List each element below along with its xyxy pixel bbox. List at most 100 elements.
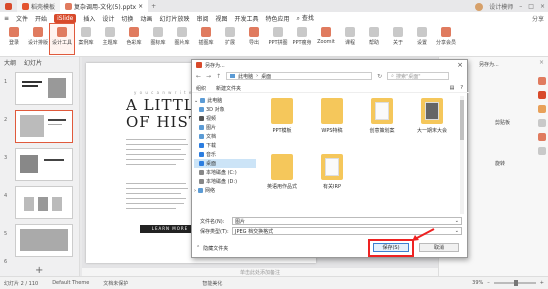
about-button[interactable]: 关于 <box>386 24 410 54</box>
course-button[interactable]: 课程 <box>338 24 362 54</box>
tree-item-music[interactable]: 音乐 <box>194 150 256 159</box>
tree-item-disk-d[interactable]: 本地磁盘 (D:) <box>194 177 256 186</box>
menu-item[interactable]: 插入 <box>83 14 95 23</box>
close-icon[interactable]: × <box>457 61 463 69</box>
style-tool-icon[interactable] <box>538 91 546 99</box>
slide-thumbnail[interactable] <box>15 72 73 105</box>
search-menu[interactable]: ⌕ 查找 <box>297 13 314 23</box>
avatar[interactable] <box>475 2 484 11</box>
zoom-slider-thumb[interactable] <box>513 280 518 286</box>
login-button[interactable]: 登录 <box>2 24 26 54</box>
folder-item[interactable]: PPT模板 <box>260 98 304 134</box>
doc-protection[interactable]: 文档未保护 <box>103 280 128 287</box>
back-icon[interactable]: ← <box>196 73 201 80</box>
folder-item[interactable]: 大一期末大会 <box>410 98 454 134</box>
illustration-library-button[interactable]: 插图库 <box>194 24 218 54</box>
filename-input[interactable]: 图片 ⌄ <box>232 217 462 225</box>
menu-item[interactable]: 开发工具 <box>234 14 258 23</box>
forward-icon[interactable]: → <box>206 73 211 80</box>
menu-item[interactable]: 幻灯片放映 <box>159 14 189 23</box>
close-icon[interactable]: × <box>540 3 545 10</box>
slide-thumbnail-selected[interactable] <box>15 110 73 143</box>
notes-area[interactable]: 单击此处添加备注 <box>82 268 438 276</box>
image-library-button[interactable]: 图片库 <box>170 24 194 54</box>
zoom-out-icon[interactable]: – <box>487 280 490 286</box>
tree-item-documents[interactable]: 文档 <box>194 132 256 141</box>
maximize-icon[interactable]: □ <box>528 3 534 10</box>
animation-tool-icon[interactable] <box>538 105 546 113</box>
breadcrumb-item[interactable]: 此电脑 <box>238 73 253 80</box>
share-button[interactable]: 分享 <box>532 14 544 23</box>
tree-item-disk-c[interactable]: 本地磁盘 (C:) <box>194 168 256 177</box>
minimize-icon[interactable]: – <box>519 3 522 10</box>
folder-item[interactable]: 有关IRP <box>310 154 354 190</box>
address-bar[interactable]: 此电脑 › 桌面 <box>226 72 373 80</box>
help-button[interactable]: 帮助 <box>362 24 386 54</box>
right-panel-item[interactable]: 旋转 <box>495 160 505 167</box>
menu-file[interactable]: 文件 <box>16 14 28 23</box>
username[interactable]: 设计模师 <box>489 2 513 11</box>
zoomit-button[interactable]: Zoomit <box>314 24 338 54</box>
slide-thumbnail[interactable] <box>15 148 73 181</box>
export-button[interactable]: 导出 <box>242 24 266 54</box>
share-member-button[interactable]: 分享会员 <box>434 24 458 54</box>
folder-item[interactable]: WPS特稿 <box>310 98 354 134</box>
menu-item[interactable]: 切换 <box>121 14 133 23</box>
extend-button[interactable]: 扩展 <box>218 24 242 54</box>
scrollbar-thumb[interactable] <box>460 100 464 140</box>
close-tab-icon[interactable]: × <box>138 3 143 10</box>
icon-library-button[interactable]: 图标库 <box>146 24 170 54</box>
tree-item-downloads[interactable]: 下载 <box>194 141 256 150</box>
new-folder-button[interactable]: 新建文件夹 <box>216 85 241 92</box>
folder-item[interactable]: 英语用作品式 <box>260 154 304 190</box>
smart-beautify-button[interactable]: 智能美化 <box>202 280 222 287</box>
design-tools-button[interactable]: 设计工具 <box>49 23 75 55</box>
up-icon[interactable]: ↑ <box>216 73 221 80</box>
slide-thumbnail[interactable] <box>15 224 73 257</box>
property-tool-icon[interactable] <box>538 77 546 85</box>
right-panel-item[interactable]: 剪贴板 <box>495 119 510 126</box>
backup-icon[interactable] <box>538 147 546 155</box>
organize-menu[interactable]: 组织 <box>196 85 206 92</box>
add-slide-icon[interactable]: + <box>35 265 43 276</box>
tree-item-pictures[interactable]: 图片 <box>194 123 256 132</box>
folder-item[interactable]: 创意策划案 <box>360 98 404 134</box>
help-icon[interactable]: ? <box>460 85 463 91</box>
view-icon[interactable]: ▤ <box>450 85 455 91</box>
scrollbar[interactable] <box>460 96 464 214</box>
menu-icon[interactable]: ≡ <box>4 15 9 22</box>
tab-outline[interactable]: 大纲 <box>4 58 16 67</box>
home-tab[interactable] <box>0 0 17 12</box>
refresh-icon[interactable]: ↻ <box>377 73 382 80</box>
tree-item-this-pc[interactable]: ⌄ 此电脑 <box>194 96 256 105</box>
menu-item[interactable]: 特色应用 <box>266 14 290 23</box>
zoom-slider[interactable] <box>493 280 536 286</box>
tree-item-desktop[interactable]: 桌面 <box>194 159 256 168</box>
tab-current-document[interactable]: 复杂调用-文化(5).pptx × <box>60 0 149 12</box>
clipboard-icon[interactable] <box>538 119 546 127</box>
color-library-button[interactable]: 色彩库 <box>122 24 146 54</box>
menu-item[interactable]: 审阅 <box>196 14 208 23</box>
tree-item-3d-objects[interactable]: 3D 对象 <box>194 105 256 114</box>
new-tab-icon[interactable]: + <box>148 3 156 10</box>
cancel-button[interactable]: 取消 <box>419 243 459 252</box>
breadcrumb-item[interactable]: 桌面 <box>261 73 271 80</box>
menu-item-islide[interactable]: iSlide <box>54 13 77 23</box>
zoom-in-icon[interactable]: + <box>540 280 544 286</box>
menu-item[interactable]: 视图 <box>215 14 227 23</box>
slide-thumbnail[interactable] <box>15 186 73 219</box>
menu-item[interactable]: 设计 <box>102 14 114 23</box>
close-icon[interactable]: × <box>539 59 544 66</box>
tree-item-videos[interactable]: 视频 <box>194 114 256 123</box>
search-field[interactable]: ⌕ 搜索"桌面" <box>387 72 450 80</box>
tree-item-network[interactable]: › 网络 <box>194 186 256 195</box>
design-layout-button[interactable]: 设计排版 <box>26 24 50 54</box>
tab-slides[interactable]: 幻灯片 <box>24 58 42 67</box>
hide-folders-toggle[interactable]: ⌃ 隐藏文件夹 <box>196 245 228 252</box>
settings-button[interactable]: 设置 <box>410 24 434 54</box>
shape-tool-icon[interactable] <box>538 133 546 141</box>
case-library-button[interactable]: 案例库 <box>74 24 98 54</box>
tab-docer[interactable]: 稻壳模板 <box>17 0 61 12</box>
menu-item[interactable]: 开始 <box>35 14 47 23</box>
ppt-puzzle-button[interactable]: PPT拼图 <box>266 24 290 54</box>
